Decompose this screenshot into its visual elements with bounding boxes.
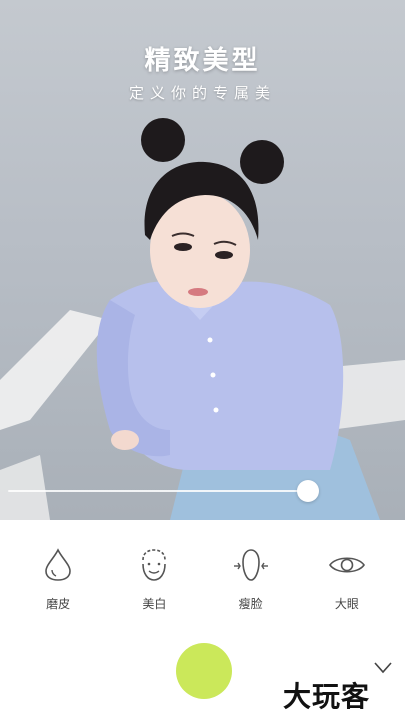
shutter-button[interactable] xyxy=(176,643,232,699)
slim-face-icon xyxy=(231,545,271,585)
face-smile-icon xyxy=(134,545,174,585)
tool-big-eyes[interactable]: 大眼 xyxy=(307,545,387,625)
intensity-slider[interactable] xyxy=(8,480,319,502)
tool-slim-face[interactable]: 瘦脸 xyxy=(211,545,291,625)
chevron-down-icon[interactable] xyxy=(373,660,393,674)
tool-label: 大眼 xyxy=(334,597,359,611)
beauty-tools-bar: 磨皮 美白 瘦脸 大眼 xyxy=(0,545,405,625)
portrait-photo: 精致美型 定义你的专属美 xyxy=(0,0,405,520)
watermark: 大玩客 xyxy=(283,680,371,713)
slider-thumb[interactable] xyxy=(297,480,319,502)
page-subtitle: 定义你的专属美 xyxy=(128,84,276,102)
eye-icon xyxy=(327,545,367,585)
drop-icon xyxy=(38,545,78,585)
tool-label: 美白 xyxy=(142,597,167,611)
portrait-illustration xyxy=(0,118,405,520)
beauty-camera-screen: 精致美型 定义你的专属美 磨皮 美白 瘦脸 大眼 大玩客 xyxy=(0,0,405,720)
tool-whiten[interactable]: 美白 xyxy=(114,545,194,625)
tool-label: 磨皮 xyxy=(46,597,71,611)
tool-label: 瘦脸 xyxy=(238,597,263,611)
tool-smooth-skin[interactable]: 磨皮 xyxy=(18,545,98,625)
slider-track[interactable] xyxy=(8,490,308,492)
page-title: 精致美型 xyxy=(144,46,261,76)
